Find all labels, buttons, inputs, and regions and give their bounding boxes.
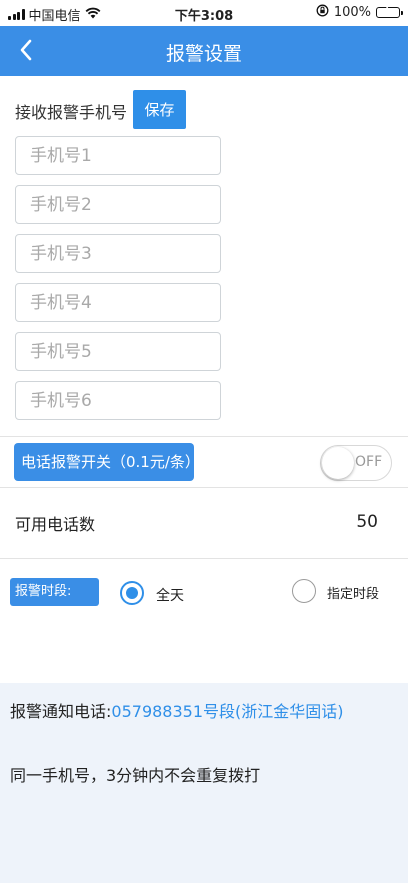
phone-input-6[interactable] (15, 381, 221, 420)
status-bar: 中国电信 下午3:08 100% (0, 0, 408, 26)
status-right: 100% (316, 4, 403, 21)
call-alarm-toggle[interactable]: OFF (320, 445, 392, 481)
call-alarm-label: 电话报警开关（0.1元/条） (14, 443, 200, 481)
toggle-state-text: OFF (355, 454, 383, 470)
alarm-phone-line: 报警通知电话:057988351号段(浙江金华固话) (10, 698, 344, 722)
alarm-phone-label: 报警通知电话: (10, 702, 112, 721)
nav-bar: 报警设置 (0, 26, 408, 76)
radio-specific-period[interactable] (292, 579, 316, 603)
toggle-knob (322, 447, 354, 479)
phone-input-4[interactable] (15, 283, 221, 322)
divider (0, 487, 408, 488)
available-calls-value: 50 (356, 512, 378, 532)
battery-percent: 100% (333, 5, 371, 20)
page-title: 报警设置 (165, 43, 242, 65)
phone-input-3[interactable] (15, 234, 221, 273)
all-day-label[interactable]: 全天 (156, 585, 184, 605)
orientation-lock-icon (316, 4, 329, 21)
radio-all-day[interactable] (120, 581, 144, 605)
save-button[interactable]: 保存 (133, 90, 186, 129)
divider (0, 436, 408, 437)
available-calls-label: 可用电话数 (15, 515, 96, 534)
repeat-call-note: 同一手机号，3分钟内不会重复拨打 (10, 766, 261, 785)
divider (0, 558, 408, 559)
alarm-period-label: 报警时段: (10, 578, 99, 606)
phone-input-5[interactable] (15, 332, 221, 371)
alarm-phone-number: 057988351号段(浙江金华固话) (111, 702, 344, 721)
receive-phone-label: 接收报警手机号 (15, 103, 128, 122)
phone-input-1[interactable] (15, 136, 221, 175)
battery-icon (376, 7, 403, 18)
phone-input-2[interactable] (15, 185, 221, 224)
specific-period-label[interactable]: 指定时段 (327, 583, 379, 602)
